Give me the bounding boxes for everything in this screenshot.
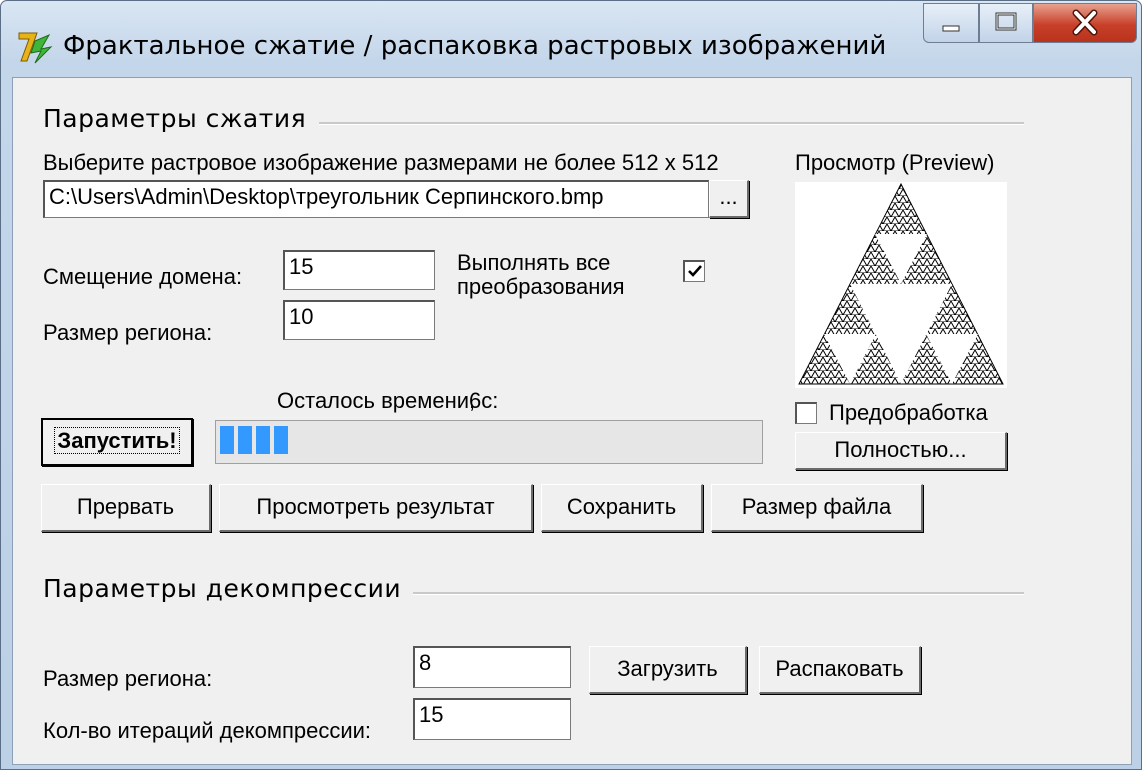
close-button[interactable] — [1033, 3, 1137, 43]
abort-button[interactable]: Прервать — [41, 484, 211, 532]
preview-label: Просмотр (Preview) — [795, 150, 995, 175]
start-button[interactable]: Запустить! — [41, 418, 193, 466]
decomp-region-size-field[interactable]: 8 — [413, 646, 571, 688]
save-button[interactable]: Сохранить — [541, 484, 703, 532]
iterations-label: Кол-во итераций декомпрессии: — [43, 718, 372, 743]
file-size-button[interactable]: Размер файла — [711, 484, 923, 532]
all-transforms-checkbox[interactable] — [683, 260, 705, 282]
start-button-label: Запустить! — [54, 427, 180, 454]
browse-button[interactable]: ... — [709, 180, 749, 218]
compression-group-line — [319, 122, 1024, 125]
title-bar[interactable]: Фрактальное сжатие / распаковка растровы… — [1, 1, 1141, 75]
progress-block — [220, 426, 234, 454]
decomp-region-size-label: Размер региона: — [43, 666, 213, 691]
maximize-button[interactable] — [979, 3, 1033, 43]
iterations-field[interactable]: 15 — [413, 698, 571, 740]
region-size-field[interactable]: 10 — [283, 300, 435, 340]
window-title: Фрактальное сжатие / распаковка растровы… — [63, 31, 887, 61]
app-window: Фрактальное сжатие / распаковка растровы… — [0, 0, 1142, 770]
file-path-field[interactable]: C:\Users\Admin\Desktop\треугольник Серпи… — [43, 180, 709, 218]
progress-block — [274, 426, 288, 454]
load-button[interactable]: Загрузить — [589, 646, 747, 694]
compression-group-label: Параметры сжатия — [43, 104, 307, 133]
time-left-label: Осталось времени, с: — [277, 388, 499, 413]
region-size-label: Размер региона: — [43, 320, 213, 345]
progress-block — [256, 426, 270, 454]
decompression-group-label: Параметры декомпрессии — [43, 574, 402, 603]
domain-offset-field[interactable]: 15 — [283, 250, 435, 290]
minimize-icon — [942, 25, 960, 32]
all-transforms-label-1: Выполнять все — [457, 250, 611, 275]
preprocess-label: Предобработка — [829, 400, 988, 425]
checkmark-icon — [687, 265, 702, 277]
close-icon — [1072, 9, 1098, 36]
select-image-label: Выберите растровое изображение размерами… — [43, 150, 719, 175]
all-transforms-label-2: преобразования — [457, 274, 625, 299]
domain-offset-label: Смещение домена: — [43, 264, 243, 289]
full-button[interactable]: Полностью... — [795, 432, 1007, 470]
progress-bar — [215, 420, 763, 464]
minimize-button[interactable] — [923, 3, 979, 43]
app-icon — [18, 32, 53, 64]
decompression-group-line — [413, 592, 1024, 595]
progress-block — [238, 426, 252, 454]
preview-image — [795, 182, 1007, 388]
maximize-icon — [995, 12, 1017, 31]
preprocess-checkbox[interactable] — [795, 402, 817, 424]
client-area: Параметры сжатия Выберите растровое изоб… — [12, 77, 1132, 765]
view-result-button[interactable]: Просмотреть результат — [219, 484, 533, 532]
time-left-value: 6 — [469, 388, 482, 413]
unpack-button[interactable]: Распаковать — [759, 646, 921, 694]
